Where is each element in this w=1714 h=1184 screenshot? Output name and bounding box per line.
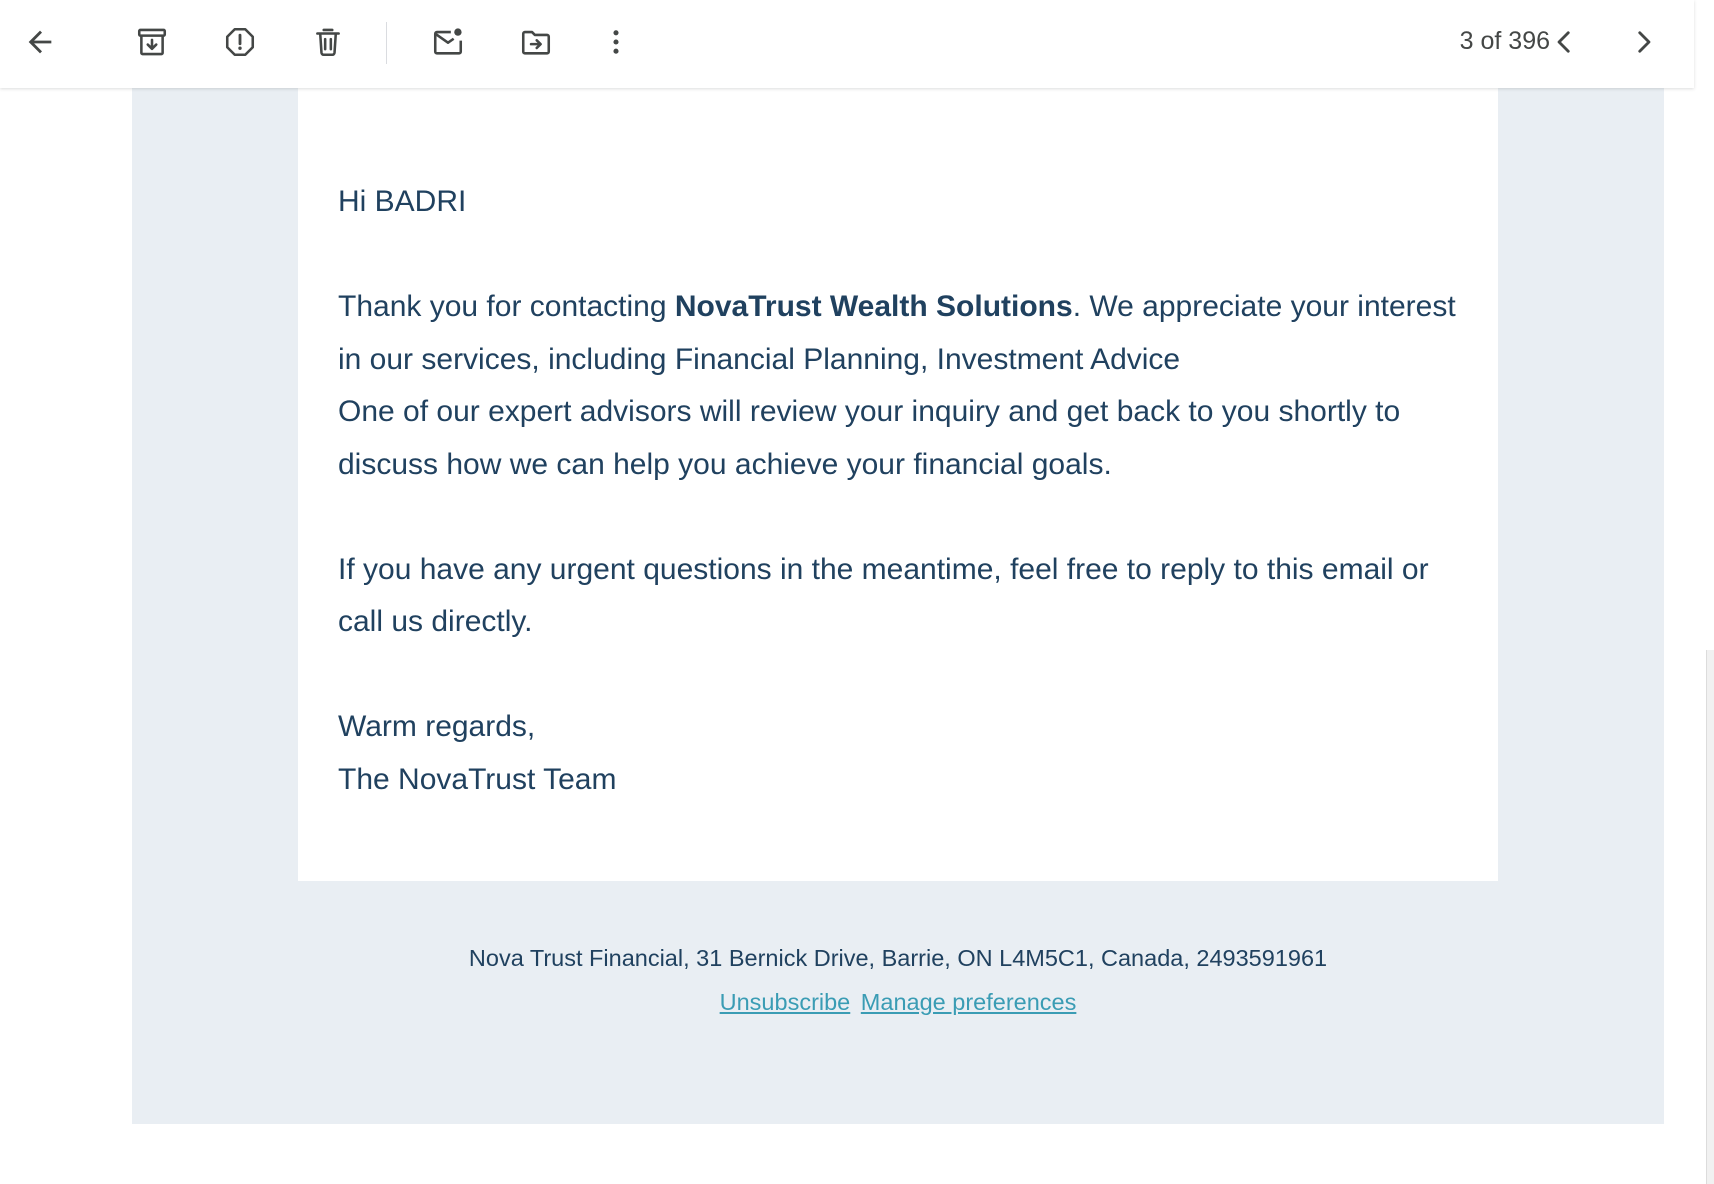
footer-links: Unsubscribe Manage preferences	[132, 980, 1664, 1024]
greeting: Hi BADRI	[338, 185, 467, 218]
footer-address: Nova Trust Financial, 31 Bernick Drive, …	[468, 945, 1328, 971]
closing: Warm regards,	[338, 710, 536, 743]
message-view: Hi BADRI Thank you for contacting NovaTr…	[0, 88, 1714, 1184]
toolbar-divider	[386, 22, 387, 64]
message-counter: 3 of 396	[1459, 27, 1550, 55]
unsubscribe-link[interactable]: Unsubscribe	[720, 989, 851, 1015]
move-to-button[interactable]	[508, 14, 564, 70]
report-spam-icon	[225, 27, 255, 57]
email-background: Hi BADRI Thank you for contacting NovaTr…	[132, 88, 1664, 1124]
email-footer: Nova Trust Financial, 31 Bernick Drive, …	[132, 936, 1664, 1024]
intro-text-start: Thank you for contacting	[338, 290, 675, 323]
more-options-button[interactable]	[588, 14, 644, 70]
report-spam-button[interactable]	[212, 14, 268, 70]
more-vert-icon	[613, 30, 619, 54]
urgent-paragraph: If you have any urgent questions in the …	[338, 552, 1429, 639]
archive-button[interactable]	[124, 14, 180, 70]
message-toolbar: 3 of 396	[0, 0, 1694, 88]
back-button[interactable]	[12, 14, 68, 70]
email-card: Hi BADRI Thank you for contacting NovaTr…	[298, 88, 1498, 881]
arrow-left-icon	[28, 30, 52, 54]
email-body: Hi BADRI Thank you for contacting NovaTr…	[338, 176, 1468, 806]
intro-paragraph: Thank you for contacting NovaTrust Wealt…	[338, 281, 1468, 386]
manage-preferences-link[interactable]: Manage preferences	[861, 989, 1077, 1015]
older-message-button[interactable]	[1616, 14, 1672, 70]
signature: The NovaTrust Team	[338, 762, 617, 796]
chevron-left-icon	[1557, 31, 1570, 53]
chevron-right-icon	[1638, 31, 1651, 53]
archive-icon	[137, 28, 167, 56]
newer-message-button[interactable]	[1536, 14, 1592, 70]
mark-unread-icon	[433, 28, 463, 55]
company-name: NovaTrust Wealth Solutions	[674, 290, 1073, 323]
scrollbar-thumb[interactable]	[1706, 650, 1714, 1184]
mark-unread-button[interactable]	[420, 14, 476, 70]
trash-icon	[316, 28, 340, 57]
move-to-folder-icon	[521, 30, 551, 55]
delete-button[interactable]	[300, 14, 356, 70]
followup-paragraph: One of our expert advisors will review y…	[338, 395, 1401, 481]
